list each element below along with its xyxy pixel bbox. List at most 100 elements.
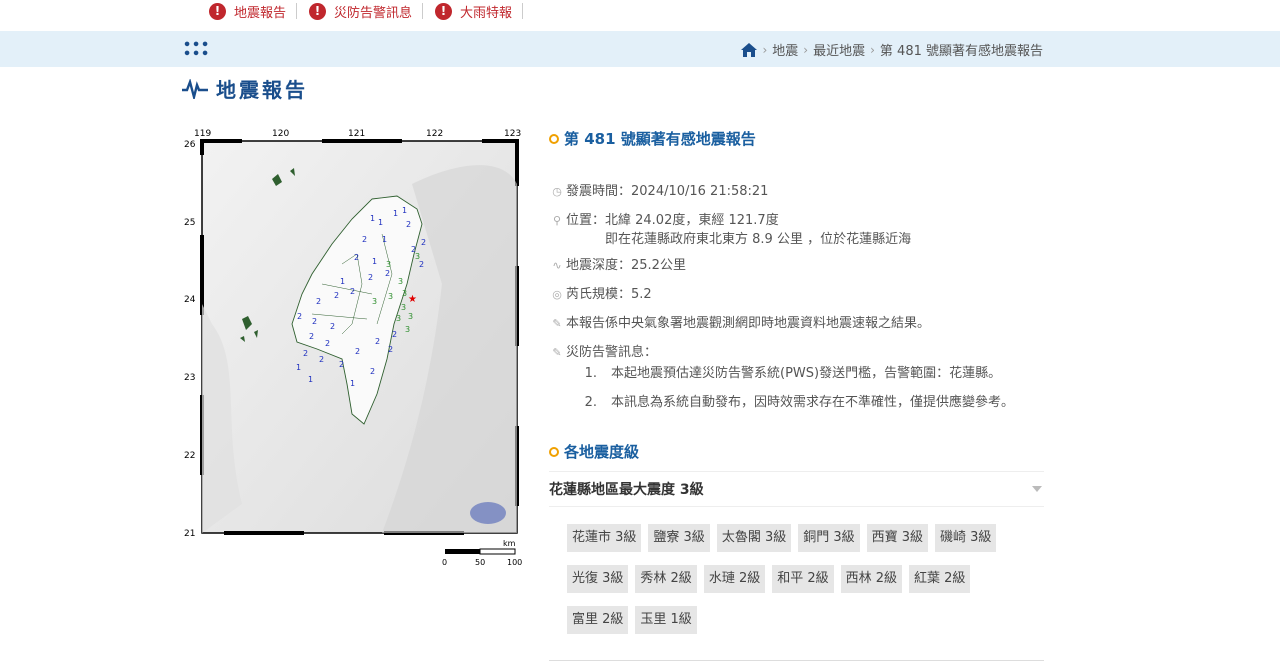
lat-label: 26 bbox=[184, 140, 196, 150]
circle-bullet-icon bbox=[549, 446, 559, 457]
alert-icon: ! bbox=[435, 2, 453, 20]
location-pin-icon: ⚲ bbox=[552, 214, 562, 227]
alert-heavy-rain[interactable]: ! 大雨特報 bbox=[431, 2, 524, 21]
svg-text:2: 2 bbox=[406, 220, 411, 229]
max-intensity-toggle[interactable]: 花蓮縣地區最大震度 3級 bbox=[549, 471, 1044, 507]
svg-text:2: 2 bbox=[297, 312, 302, 321]
svg-text:3: 3 bbox=[401, 303, 406, 312]
lon-label: 121 bbox=[348, 129, 365, 139]
alert-earthquake-report[interactable]: ! 地震報告 bbox=[205, 2, 298, 21]
station-intensity-chip: 玉里 1級 bbox=[635, 606, 697, 634]
menu-dots-icon[interactable]: ∙∙∙ ∙∙∙ bbox=[182, 36, 210, 61]
svg-text:1: 1 bbox=[378, 218, 383, 227]
svg-text:2: 2 bbox=[312, 317, 317, 326]
breadcrumb-item[interactable]: 最近地震 bbox=[813, 40, 865, 59]
svg-text:2: 2 bbox=[355, 347, 360, 356]
station-intensity-chip: 磯崎 3級 bbox=[935, 524, 997, 552]
clock-icon: ◷ bbox=[552, 185, 562, 198]
circle-bullet-icon bbox=[549, 133, 559, 144]
info-pws-label: 災防告警訊息： bbox=[566, 345, 658, 360]
report-panel: 第 481 號顯著有感地震報告 ◷ 發震時間：2024/10/16 21:58:2… bbox=[549, 124, 1044, 647]
info-location: ⚲ 位置：北緯 24.02度，東經 121.7度即在花蓮縣政府東北東方 8.9 … bbox=[549, 211, 1044, 249]
svg-text:2: 2 bbox=[385, 269, 390, 278]
lat-label: 24 bbox=[184, 295, 196, 305]
breadcrumb-item[interactable]: 地震 bbox=[772, 40, 798, 59]
svg-text:2: 2 bbox=[330, 322, 335, 331]
svg-text:1: 1 bbox=[296, 363, 301, 372]
station-intensity-chip: 紅葉 2級 bbox=[909, 565, 971, 593]
info-note-text: 本報告係中央氣象署地震觀測網即時地震資料地震速報之結果。 bbox=[566, 316, 931, 331]
svg-text:1: 1 bbox=[350, 379, 355, 388]
svg-text:2: 2 bbox=[339, 360, 344, 369]
svg-text:1: 1 bbox=[372, 257, 377, 266]
svg-text:1: 1 bbox=[308, 375, 313, 384]
intensity-heading-text: 各地震度級 bbox=[564, 443, 640, 461]
earthquake-map: 1111 2122 2122 1222 2222 2222 2222 1112 … bbox=[182, 124, 527, 570]
station-intensity-chip: 西林 2級 bbox=[840, 565, 903, 593]
info-depth-text: 地震深度：25.2公里 bbox=[566, 258, 686, 273]
info-location-line1: 位置：北緯 24.02度，東經 121.7度 bbox=[566, 213, 779, 228]
max-intensity-label: 花蓮縣地區最大震度 3級 bbox=[549, 482, 704, 498]
home-icon[interactable] bbox=[741, 42, 758, 57]
svg-text:2: 2 bbox=[354, 253, 359, 262]
list-text: 本訊息為系統自動發布，因時效需求存在不準確性，僅提供應變參考。 bbox=[611, 395, 1015, 410]
chevron-right-icon: › bbox=[803, 42, 809, 57]
scale-label: 100 bbox=[507, 558, 522, 567]
intensity-heading: 各地震度級 bbox=[549, 441, 1044, 462]
scale-label: 50 bbox=[475, 558, 485, 567]
lon-label: 122 bbox=[426, 129, 443, 139]
info-magnitude-text: 芮氏規模：5.2 bbox=[566, 287, 652, 302]
alert-label: 地震報告 bbox=[234, 5, 287, 21]
station-intensity-chip: 鹽寮 3級 bbox=[648, 524, 710, 552]
info-time: ◷ 發震時間：2024/10/16 21:58:21 bbox=[549, 182, 1044, 201]
svg-text:2: 2 bbox=[370, 367, 375, 376]
chevron-right-icon: › bbox=[762, 42, 768, 57]
alert-label: 大雨特報 bbox=[460, 5, 513, 21]
station-intensity-chip: 西寶 3級 bbox=[866, 524, 929, 552]
intensity-map-image: 1 11 1 2 122 2 122 1 2 22 2222 2222 2222 11 12 … bbox=[184, 129, 522, 567]
scale-label: 0 bbox=[442, 558, 447, 567]
lat-label: 23 bbox=[184, 373, 195, 383]
info-location-line2: 即在花蓮縣政府東北東方 8.9 公里 ，位於花蓮縣近海 bbox=[605, 232, 912, 247]
svg-text:3: 3 bbox=[396, 314, 401, 323]
svg-text:1: 1 bbox=[340, 277, 345, 286]
list-number: 2. bbox=[584, 395, 597, 410]
svg-text:1: 1 bbox=[393, 209, 398, 218]
lon-label: 119 bbox=[194, 129, 211, 139]
station-intensity-chip: 太魯閣 3級 bbox=[716, 524, 792, 552]
breadcrumb-bar: ∙∙∙ ∙∙∙ › 地震 › 最近地震 › 第 481 號顯著有感地震報告 bbox=[0, 31, 1280, 67]
svg-text:3: 3 bbox=[402, 289, 407, 298]
info-depth: ∿ 地震深度：25.2公里 bbox=[549, 256, 1044, 275]
list-text: 本起地震預估達災防告警系統(PWS)發送門檻，告警範圍：花蓮縣。 bbox=[611, 366, 1002, 381]
svg-text:3: 3 bbox=[415, 252, 420, 261]
info-pws: ✎ 災防告警訊息： bbox=[549, 343, 1044, 362]
breadcrumb-current: 第 481 號顯著有感地震報告 bbox=[879, 44, 1043, 59]
svg-text:1: 1 bbox=[370, 214, 375, 223]
svg-text:2: 2 bbox=[375, 337, 380, 346]
svg-text:2: 2 bbox=[388, 345, 393, 354]
svg-text:3: 3 bbox=[408, 312, 413, 321]
page-title-text: 地震報告 bbox=[216, 78, 308, 102]
alert-bar: ! 地震報告 ! 災防告警訊息 ! 大雨特報 bbox=[205, 0, 524, 22]
report-heading: 第 481 號顯著有感地震報告 bbox=[549, 128, 1044, 149]
svg-text:2: 2 bbox=[303, 349, 308, 358]
svg-text:2: 2 bbox=[350, 287, 355, 296]
alert-disaster-warning[interactable]: ! 災防告警訊息 bbox=[305, 2, 424, 21]
station-list: 花蓮市 3級 鹽寮 3級 太魯閣 3級 銅門 3級 西寶 3級 磯崎 3級光復 3級 秀林 … bbox=[549, 507, 1037, 647]
seismograph-icon bbox=[182, 78, 208, 99]
magnitude-rings-icon: ◎ bbox=[552, 288, 562, 301]
alert-icon: ! bbox=[309, 2, 327, 20]
svg-text:3: 3 bbox=[372, 297, 377, 306]
depth-wave-icon: ∿ bbox=[552, 259, 562, 272]
list-item: 1. 本起地震預估達災防告警系統(PWS)發送門檻，告警範圍：花蓮縣。 bbox=[549, 364, 1044, 383]
alert-icon: ! bbox=[209, 2, 226, 20]
svg-text:2: 2 bbox=[421, 238, 426, 247]
report-heading-text: 第 481 號顯著有感地震報告 bbox=[564, 130, 756, 148]
lat-label: 22 bbox=[184, 451, 195, 461]
lat-label: 21 bbox=[184, 529, 195, 539]
station-intensity-chip: 和平 2級 bbox=[772, 565, 834, 593]
svg-text:3: 3 bbox=[386, 260, 391, 269]
epicenter-star-icon: ★ bbox=[408, 294, 417, 305]
svg-text:2: 2 bbox=[316, 297, 321, 306]
list-item: 2. 本訊息為系統自動發布，因時效需求存在不準確性，僅提供應變參考。 bbox=[549, 393, 1044, 412]
